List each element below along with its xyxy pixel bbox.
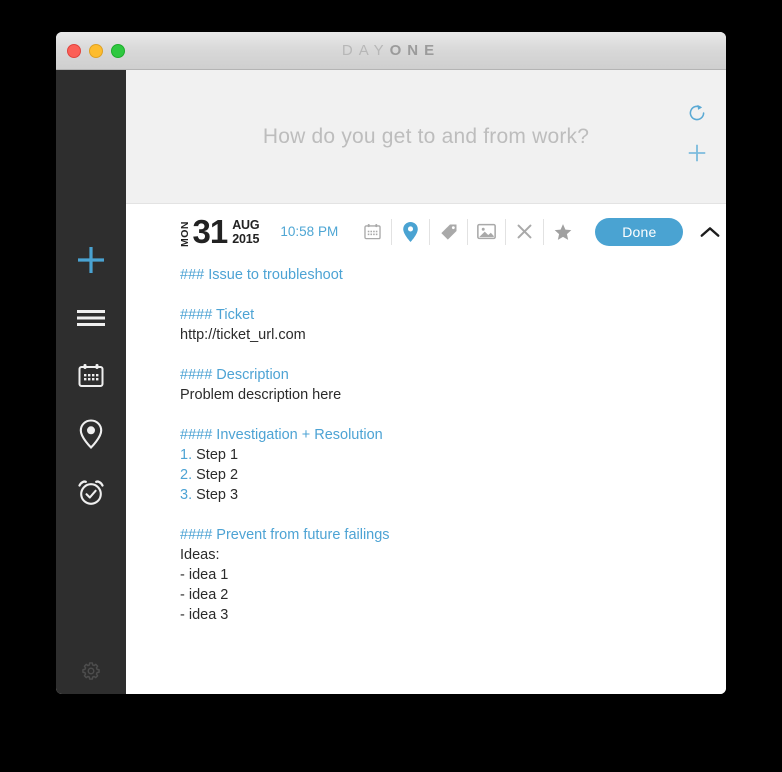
entry-text: Ideas: [180, 547, 220, 563]
map-pin-icon [79, 418, 103, 449]
entry-line: Ideas: [180, 545, 702, 565]
calendar-icon [364, 223, 381, 240]
entry-line [180, 345, 702, 365]
entry-day-number: 31 [192, 213, 229, 250]
minimize-window-button[interactable] [89, 44, 103, 58]
close-icon [517, 224, 532, 239]
entry-line: #### Prevent from future failings [180, 525, 702, 545]
prompt-actions [684, 100, 710, 166]
entry-tool-delete[interactable] [506, 218, 545, 245]
entry-text: - idea 2 [180, 587, 229, 603]
entry-line: - idea 1 [180, 565, 702, 585]
maximize-window-button[interactable] [111, 44, 125, 58]
traffic-lights [67, 44, 125, 58]
sidebar-item-new-entry[interactable] [68, 242, 114, 277]
list-marker: 3. [180, 487, 197, 503]
map-pin-icon [403, 221, 418, 242]
app-title-bold: ONE [389, 42, 441, 59]
prompt-question: How do you get to and from work? [262, 124, 590, 148]
list-item-text: Step 3 [196, 487, 239, 503]
entry-time[interactable]: 10:58 PM [280, 224, 338, 239]
alarm-clock-icon [78, 479, 104, 505]
refresh-prompt-button[interactable] [684, 100, 710, 126]
add-entry-from-prompt-button[interactable] [684, 140, 710, 166]
entry-line [180, 505, 702, 525]
hamburger-menu-icon [77, 309, 105, 326]
sidebar [56, 70, 126, 694]
markdown-heading: #### Ticket [180, 307, 255, 323]
plus-icon [688, 144, 706, 162]
star-icon [554, 223, 572, 240]
entry-year: 2015 [232, 231, 260, 246]
entry-line: #### Ticket [180, 305, 702, 325]
list-marker: 1. [180, 447, 197, 463]
entry-header: MON 31 AUG 2015 10:58 PM Done [126, 204, 726, 259]
entry-line: - idea 2 [180, 585, 702, 605]
sidebar-item-calendar[interactable] [68, 358, 114, 393]
entry-month: AUG [232, 217, 260, 232]
list-item-text: Step 1 [196, 447, 239, 463]
markdown-heading: ### Issue to troubleshoot [180, 267, 343, 283]
app-title: DAYONE [56, 42, 726, 59]
image-icon [477, 223, 497, 240]
app-title-light: DAY [341, 42, 390, 59]
entry-line: ### Issue to troubleshoot [180, 265, 702, 285]
entry-line [180, 285, 702, 305]
entry-tool-location[interactable] [392, 218, 431, 245]
markdown-heading: #### Investigation + Resolution [180, 427, 383, 443]
entry-line: 3. Step 3 [180, 485, 702, 505]
entry-text: - idea 1 [180, 567, 229, 583]
entry-text: http://ticket_url.com [180, 327, 306, 343]
main-content: How do you get to and from work? MON 31 … [126, 70, 726, 694]
entry-tool-photo[interactable] [468, 218, 507, 245]
entry-tool-tags[interactable] [430, 218, 469, 245]
entry-line [180, 405, 702, 425]
markdown-heading: #### Prevent from future failings [180, 527, 390, 543]
entry-text-body[interactable]: ### Issue to troubleshoot #### Ticket htt… [126, 259, 726, 694]
collapse-entry-button[interactable] [699, 219, 721, 245]
sidebar-item-map[interactable] [68, 416, 114, 451]
tag-icon [441, 224, 457, 240]
entry-line: 2. Step 2 [180, 465, 702, 485]
entry-line: #### Description [180, 365, 702, 385]
chevron-up-icon [701, 226, 720, 237]
calendar-icon [78, 363, 104, 387]
entry-line: #### Investigation + Resolution [180, 425, 702, 445]
markdown-heading: #### Description [180, 367, 289, 383]
prompt-banner: How do you get to and from work? [126, 70, 726, 204]
done-button[interactable]: Done [595, 217, 684, 246]
list-marker: 2. [180, 467, 197, 483]
plus-icon [78, 246, 104, 273]
entry-toolbar [354, 218, 581, 245]
list-item-text: Step 2 [196, 467, 239, 483]
refresh-icon [689, 104, 705, 121]
entry-tool-date[interactable] [354, 218, 393, 245]
entry-day-of-week: MON [179, 220, 191, 247]
sidebar-item-settings[interactable] [56, 660, 126, 682]
sidebar-item-entries[interactable] [68, 300, 114, 335]
gear-icon [82, 662, 100, 680]
sidebar-item-reminders[interactable] [68, 474, 114, 509]
day-one-window: DAYONE How do you get to and from work? … [56, 32, 726, 694]
entry-line: Problem description here [180, 385, 702, 405]
entry-tool-favorite[interactable] [544, 219, 581, 245]
entry-date: MON 31 AUG 2015 [179, 213, 260, 250]
entry-month-year: AUG 2015 [232, 218, 259, 246]
entry-line: 1. Step 1 [180, 445, 702, 465]
entry-line: - idea 3 [180, 605, 702, 625]
sidebar-nav [56, 70, 126, 509]
close-window-button[interactable] [67, 44, 81, 58]
entry-text: - idea 3 [180, 607, 229, 623]
entry-line: http://ticket_url.com [180, 325, 702, 345]
window-body: How do you get to and from work? MON 31 … [56, 70, 726, 694]
entry-text: Problem description here [180, 387, 342, 403]
titlebar: DAYONE [56, 32, 726, 70]
